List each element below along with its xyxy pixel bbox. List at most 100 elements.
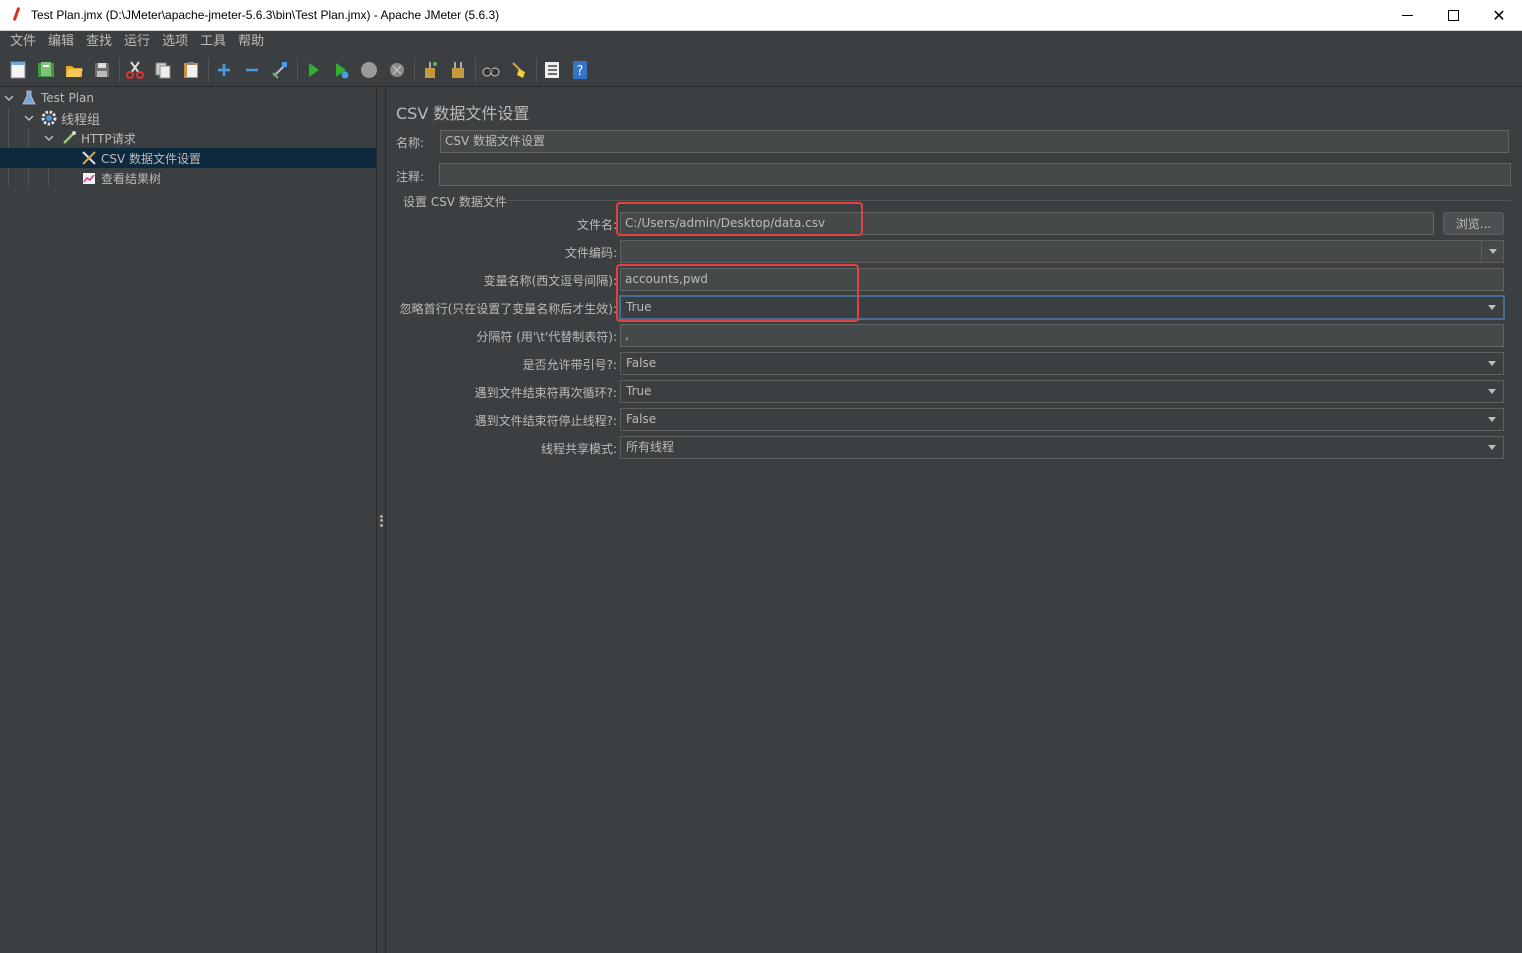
ignore-first-line-label: 忽略首行(只在设置了变量名称后才生效): — [399, 302, 617, 316]
close-button[interactable]: ✕ — [1476, 0, 1522, 31]
start-button[interactable] — [302, 59, 324, 81]
tree-item-label: CSV 数据文件设置 — [101, 151, 202, 166]
tree-item-csv-data-set-config[interactable]: CSV 数据文件设置 — [0, 148, 376, 168]
name-input[interactable]: CSV 数据文件设置 — [440, 130, 1509, 153]
copy-icon — [155, 62, 171, 78]
new-button[interactable] — [7, 59, 29, 81]
chevron-down-icon[interactable] — [1481, 409, 1503, 430]
encoding-combo[interactable] — [620, 240, 1504, 263]
drag-handle-icon — [379, 514, 383, 527]
chevron-down-icon[interactable] — [23, 112, 35, 124]
minus-icon — [246, 68, 258, 71]
toolbar-separator — [414, 57, 415, 82]
save-button[interactable] — [91, 59, 113, 81]
help-icon: ? — [573, 60, 587, 79]
annotation-highlight-variables — [616, 264, 859, 322]
chevron-down-icon[interactable] — [1481, 437, 1503, 458]
toolbar-separator — [536, 57, 537, 82]
sharing-mode-value: 所有线程 — [626, 440, 675, 454]
menu-options[interactable]: 选项 — [156, 31, 194, 53]
title-bar: Test Plan.jmx (D:\JMeter\apache-jmeter-5… — [0, 0, 1522, 31]
tree-item-label: 线程组 — [61, 112, 101, 128]
collapse-button[interactable] — [241, 59, 263, 81]
maximize-icon — [1447, 9, 1459, 21]
paste-button[interactable] — [180, 59, 202, 81]
menu-help[interactable]: 帮助 — [232, 31, 270, 53]
start-no-pause-icon — [336, 62, 349, 78]
start-icon — [309, 62, 319, 77]
flask-icon — [21, 90, 37, 106]
stop-icon — [361, 61, 377, 78]
filename-label: 文件名: — [576, 218, 617, 232]
menu-tools[interactable]: 工具 — [194, 31, 232, 53]
toolbar-separator — [475, 57, 476, 82]
pipette-icon — [61, 130, 77, 146]
templates-button[interactable] — [35, 59, 57, 81]
menu-file[interactable]: 文件 — [4, 31, 42, 53]
delimiter-input[interactable]: , — [620, 324, 1504, 347]
open-icon — [66, 65, 83, 77]
expand-button[interactable] — [213, 59, 235, 81]
function-helper-button[interactable] — [541, 59, 563, 81]
toggle-icon — [272, 61, 287, 79]
menu-edit[interactable]: 编辑 — [42, 31, 80, 53]
test-plan-tree: Test Plan 线程组 HTTP请求 CSV 数据文件设置 查看结果树 — [0, 88, 377, 953]
shutdown-icon — [390, 62, 404, 77]
browse-button[interactable]: 浏览... — [1443, 212, 1504, 235]
page-title: CSV 数据文件设置 — [396, 104, 530, 123]
chevron-down-icon[interactable] — [1481, 297, 1503, 318]
minimize-button[interactable] — [1384, 0, 1430, 31]
new-icon — [10, 61, 26, 78]
search-button[interactable] — [480, 59, 502, 81]
clear-all-button[interactable] — [447, 59, 469, 81]
help-button[interactable]: ? — [569, 59, 591, 81]
maximize-button[interactable] — [1430, 0, 1476, 31]
cut-button[interactable] — [124, 59, 146, 81]
annotation-highlight-filename — [616, 202, 863, 236]
svg-text:?: ? — [577, 64, 584, 79]
group-divider — [506, 200, 1511, 201]
menu-search[interactable]: 查找 — [80, 31, 118, 53]
chevron-down-icon[interactable] — [1481, 353, 1503, 374]
split-pane-divider[interactable] — [377, 88, 386, 953]
menu-run[interactable]: 运行 — [118, 31, 156, 53]
stop-button[interactable] — [358, 59, 380, 81]
toolbar: ? — [0, 53, 1522, 87]
group-title: 设置 CSV 数据文件 — [403, 195, 507, 209]
stop-thread-eof-combo[interactable]: False — [620, 408, 1504, 431]
gear-icon — [41, 110, 57, 126]
csv-config-panel: CSV 数据文件设置 名称: CSV 数据文件设置 注释: 设置 CSV 数据文… — [387, 88, 1522, 953]
comment-label: 注释: — [396, 170, 425, 184]
chevron-down-icon[interactable] — [1481, 241, 1503, 262]
tree-item-thread-group[interactable]: 线程组 — [23, 108, 373, 128]
chevron-down-icon[interactable] — [43, 132, 55, 144]
allow-quoted-combo[interactable]: False — [620, 352, 1504, 375]
reset-search-button[interactable] — [508, 59, 530, 81]
toolbar-separator — [297, 57, 298, 82]
shutdown-button[interactable] — [386, 59, 408, 81]
cut-icon — [126, 60, 144, 79]
jmeter-feather-icon — [9, 7, 25, 23]
start-no-pause-button[interactable] — [330, 59, 352, 81]
chevron-down-icon[interactable] — [1481, 381, 1503, 402]
recycle-eof-combo[interactable]: True — [620, 380, 1504, 403]
tree-item-view-results-tree[interactable]: 查看结果树 — [81, 168, 373, 188]
copy-button[interactable] — [152, 59, 174, 81]
recycle-eof-value: True — [626, 384, 652, 398]
tree-item-http-request[interactable]: HTTP请求 — [43, 128, 373, 148]
allow-quoted-label: 是否允许带引号?: — [522, 358, 617, 372]
tree-item-test-plan[interactable]: Test Plan — [3, 88, 373, 108]
sharing-mode-label: 线程共享模式: — [540, 442, 617, 456]
toggle-button[interactable] — [269, 59, 291, 81]
window-title: Test Plan.jmx (D:\JMeter\apache-jmeter-5… — [31, 8, 500, 22]
tree-item-label: HTTP请求 — [81, 131, 136, 146]
open-button[interactable] — [63, 59, 85, 81]
paste-icon — [184, 61, 198, 78]
sharing-mode-combo[interactable]: 所有线程 — [620, 436, 1504, 459]
chevron-down-icon[interactable] — [3, 92, 15, 104]
tree-guide-line — [8, 108, 9, 186]
broom-icon — [512, 61, 525, 78]
recycle-eof-label: 遇到文件结束符再次循环?: — [474, 386, 617, 400]
comment-input[interactable] — [439, 163, 1511, 186]
clear-button[interactable] — [419, 59, 441, 81]
